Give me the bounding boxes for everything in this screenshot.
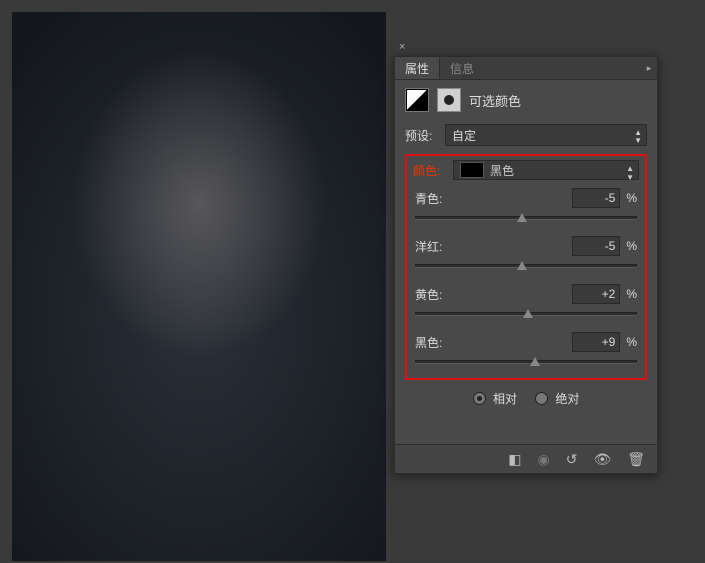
slider-thumb[interactable] bbox=[517, 213, 527, 222]
percent-sign: % bbox=[626, 287, 637, 301]
adjustment-icon[interactable] bbox=[405, 88, 429, 112]
tab-properties[interactable]: 属性 bbox=[395, 57, 440, 79]
mask-icon[interactable] bbox=[437, 88, 461, 112]
black-value[interactable]: +9 bbox=[572, 332, 620, 352]
method-relative[interactable]: 相对 bbox=[473, 390, 517, 407]
magenta-value[interactable]: -5 bbox=[572, 236, 620, 256]
preset-label: 预设: bbox=[405, 127, 445, 144]
colors-dropdown[interactable]: 黑色 ▲▼ bbox=[453, 160, 639, 180]
preset-dropdown[interactable]: 自定 ▲▼ bbox=[445, 124, 647, 146]
yellow-slider[interactable] bbox=[415, 308, 637, 320]
view-previous-icon[interactable]: ◉ bbox=[537, 452, 549, 466]
magenta-label: 洋红: bbox=[415, 238, 572, 255]
tab-info[interactable]: 信息 bbox=[440, 57, 484, 79]
yellow-value[interactable]: +2 bbox=[572, 284, 620, 304]
preset-value: 自定 bbox=[452, 127, 476, 144]
close-icon[interactable]: × bbox=[399, 41, 405, 53]
cyan-value[interactable]: -5 bbox=[572, 188, 620, 208]
properties-panel: × 属性 信息 ▸ 可选颜色 预设: 自定 ▲▼ 颜色: 黑色 ▲▼ bbox=[394, 56, 658, 474]
visibility-icon[interactable]: 👁 bbox=[593, 452, 611, 466]
reset-icon[interactable]: ↺ bbox=[566, 452, 578, 466]
black-label: 黑色: bbox=[415, 334, 572, 351]
slider-thumb[interactable] bbox=[517, 261, 527, 270]
percent-sign: % bbox=[626, 335, 637, 349]
radio-icon bbox=[473, 392, 486, 405]
chevron-updown-icon: ▲▼ bbox=[626, 164, 634, 182]
yellow-label: 黄色: bbox=[415, 286, 572, 303]
black-slider[interactable] bbox=[415, 356, 637, 368]
colors-value: 黑色 bbox=[490, 162, 514, 179]
cyan-slider[interactable] bbox=[415, 212, 637, 224]
colors-label: 颜色: bbox=[413, 162, 453, 179]
panel-title: 可选颜色 bbox=[469, 91, 521, 110]
radio-icon bbox=[535, 392, 548, 405]
slider-thumb[interactable] bbox=[530, 357, 540, 366]
panel-tabbar: 属性 信息 ▸ bbox=[395, 57, 657, 80]
canvas-image bbox=[12, 12, 386, 561]
method-absolute[interactable]: 绝对 bbox=[535, 390, 579, 407]
color-swatch-black bbox=[460, 162, 484, 178]
chevron-updown-icon: ▲▼ bbox=[634, 129, 642, 145]
panel-footer: ◧ ◉ ↺ 👁 🗑 bbox=[395, 444, 657, 473]
slider-thumb[interactable] bbox=[523, 309, 533, 318]
percent-sign: % bbox=[626, 239, 637, 253]
panel-menu-icon[interactable]: ▸ bbox=[641, 57, 657, 79]
clip-to-layer-icon[interactable]: ◧ bbox=[508, 452, 521, 466]
magenta-slider[interactable] bbox=[415, 260, 637, 272]
highlight-box: 颜色: 黑色 ▲▼ 青色: -5 % bbox=[405, 154, 647, 380]
percent-sign: % bbox=[626, 191, 637, 205]
cyan-label: 青色: bbox=[415, 190, 572, 207]
trash-icon[interactable]: 🗑 bbox=[627, 452, 645, 466]
